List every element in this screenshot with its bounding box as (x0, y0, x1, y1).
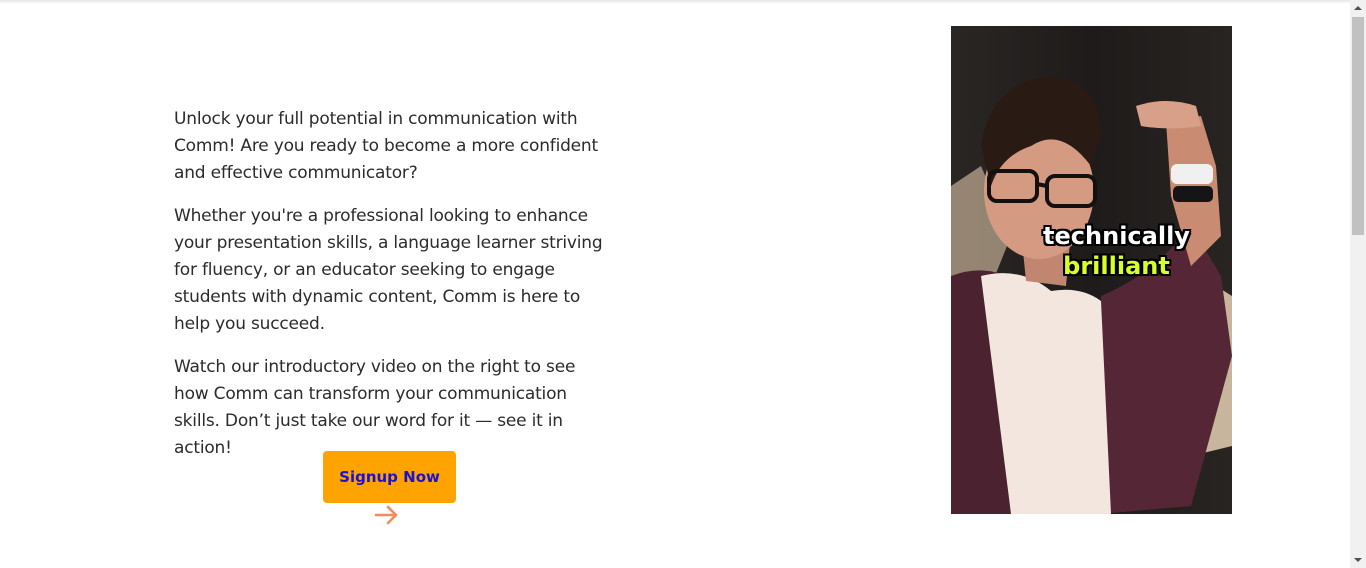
signup-now-button[interactable]: Signup Now (323, 451, 456, 503)
scrollbar-thumb[interactable] (1352, 17, 1364, 235)
intro-paragraph-1: Unlock your full potential in communicat… (174, 109, 598, 183)
triangle-down-icon[interactable] (1350, 552, 1366, 568)
caption-line-1: technically (1043, 222, 1190, 250)
intro-paragraph-2: Whether you're a professional looking to… (174, 206, 603, 334)
vertical-scrollbar[interactable] (1350, 0, 1366, 568)
intro-paragraph-3: Watch our introductory video on the righ… (174, 357, 576, 458)
video-caption: technically brilliant (951, 221, 1232, 281)
intro-video[interactable]: technically brilliant (951, 26, 1232, 514)
intro-text: Unlock your full potential in communicat… (174, 106, 614, 478)
caption-line-2: brilliant (1063, 252, 1170, 280)
header-shadow (0, 0, 1350, 4)
arrow-right-icon (374, 505, 398, 525)
triangle-up-icon[interactable] (1350, 0, 1366, 16)
